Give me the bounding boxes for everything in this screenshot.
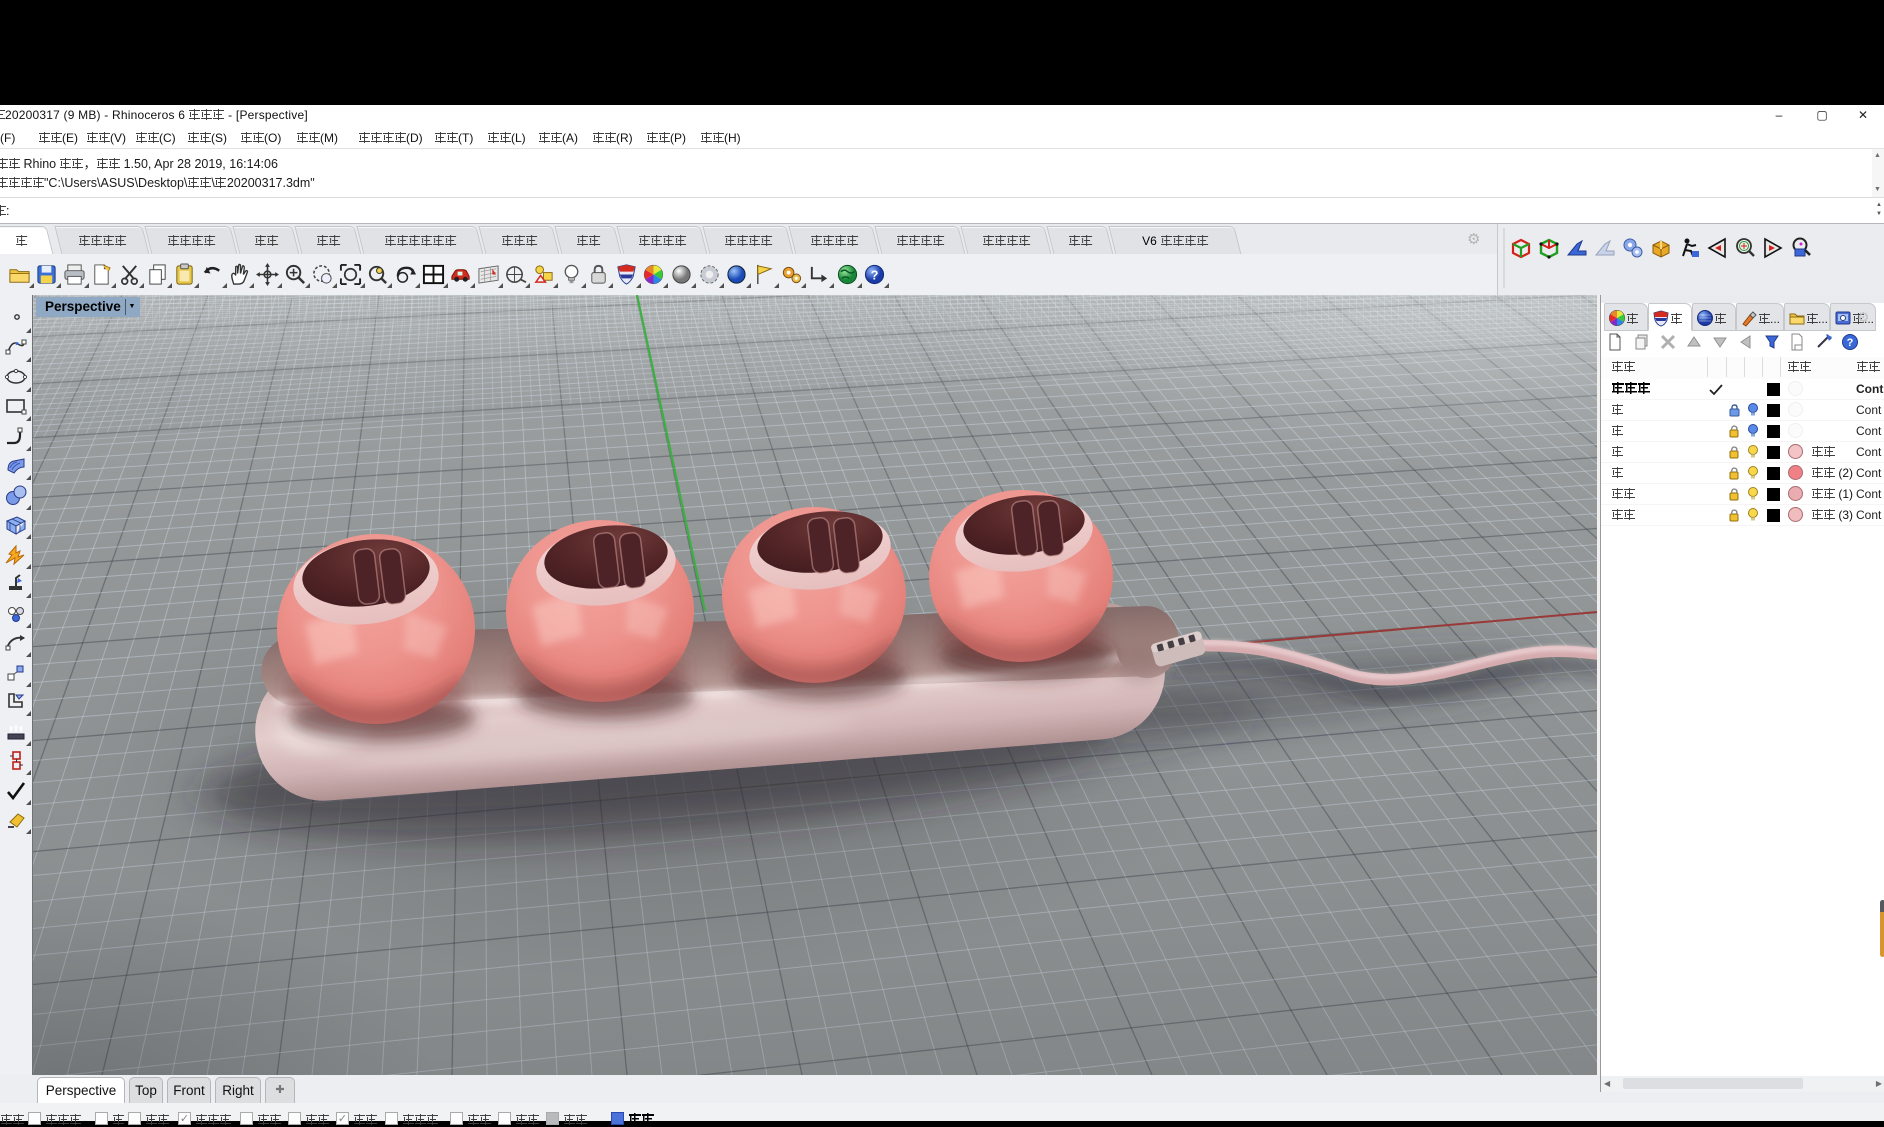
- svg-text:?: ?: [871, 268, 879, 282]
- svg-text:?: ?: [1847, 337, 1854, 349]
